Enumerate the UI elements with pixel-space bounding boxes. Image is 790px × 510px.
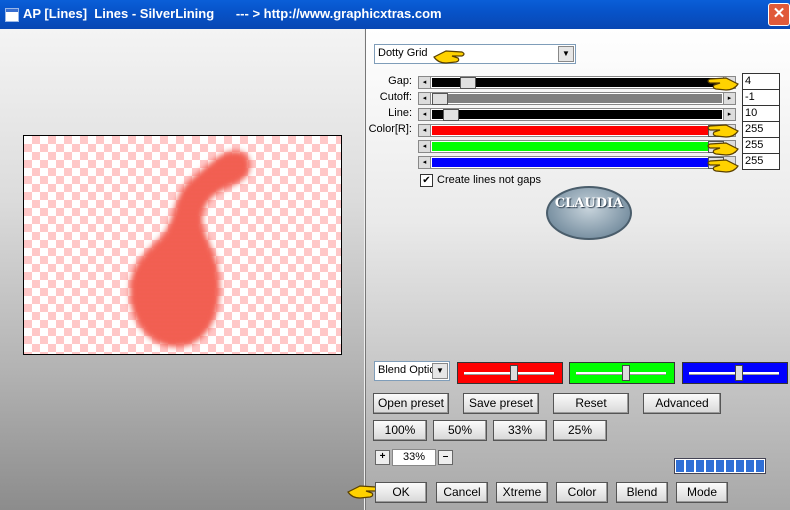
chevron-down-icon[interactable]: ▼ xyxy=(432,363,448,379)
preview-image[interactable] xyxy=(23,135,342,355)
slider-value-field[interactable]: 255 xyxy=(742,121,780,138)
slider-right-arrow-icon[interactable]: ▸ xyxy=(723,93,735,104)
slider-label: Color[R]: xyxy=(368,123,412,135)
zoom-25-button[interactable]: 25% xyxy=(553,420,607,441)
slider-fill xyxy=(432,110,722,119)
open-preset-button[interactable]: Open preset xyxy=(373,393,449,414)
slider-fill xyxy=(432,158,722,167)
create-lines-label: Create lines not gaps xyxy=(437,174,541,186)
blend-button[interactable]: Blend xyxy=(616,482,668,503)
blend-options-value: Blend Optio xyxy=(378,364,436,376)
parameter-slider[interactable]: ◂▸ xyxy=(418,156,736,169)
zoom-in-button[interactable]: + xyxy=(375,450,390,465)
slider-left-arrow-icon[interactable]: ◂ xyxy=(419,141,431,152)
slider-value-field[interactable]: 255 xyxy=(742,137,780,154)
slider-label: Gap: xyxy=(388,75,412,87)
zoom-value: 33% xyxy=(392,449,436,466)
parameter-slider[interactable]: ◂▸ xyxy=(418,92,736,105)
progress-segment xyxy=(696,460,704,472)
color-channel-slider[interactable] xyxy=(569,362,675,384)
color-button[interactable]: Color xyxy=(556,482,608,503)
slider-value-field[interactable]: 4 xyxy=(742,73,780,90)
progress-segment xyxy=(706,460,714,472)
blend-options-dropdown[interactable]: Blend Optio ▼ xyxy=(374,361,450,381)
cancel-button[interactable]: Cancel xyxy=(436,482,488,503)
window-icon xyxy=(5,8,19,22)
create-lines-checkbox[interactable]: ✔ xyxy=(420,174,433,187)
claudia-logo: CLAUDIA xyxy=(546,186,632,240)
color-slider-track xyxy=(689,372,779,375)
pointing-hand-icon xyxy=(707,77,739,91)
color-slider-knob[interactable] xyxy=(622,365,630,381)
slider-fill xyxy=(432,142,722,151)
pointing-hand-icon xyxy=(707,124,739,138)
window-title: AP [Lines] Lines - SilverLining --- > ht… xyxy=(23,6,442,21)
slider-left-arrow-icon[interactable]: ◂ xyxy=(419,77,431,88)
slider-value-field[interactable]: -1 xyxy=(742,89,780,106)
progress-segment xyxy=(736,460,744,472)
preset-dropdown[interactable]: Dotty Grid ▼ xyxy=(374,44,576,64)
color-channel-slider[interactable] xyxy=(457,362,563,384)
slider-left-arrow-icon[interactable]: ◂ xyxy=(419,157,431,168)
xtreme-button[interactable]: Xtreme xyxy=(496,482,548,503)
slider-left-arrow-icon[interactable]: ◂ xyxy=(419,93,431,104)
ok-button[interactable]: OK xyxy=(375,482,427,503)
slider-left-arrow-icon[interactable]: ◂ xyxy=(419,125,431,136)
progress-indicator xyxy=(674,458,766,474)
pointing-hand-icon xyxy=(433,50,465,64)
zoom-out-button[interactable]: – xyxy=(438,450,453,465)
preview-shape xyxy=(129,150,251,348)
slider-right-arrow-icon[interactable]: ▸ xyxy=(723,109,735,120)
color-slider-knob[interactable] xyxy=(735,365,743,381)
parameter-slider[interactable]: ◂▸ xyxy=(418,140,736,153)
zoom-33-button[interactable]: 33% xyxy=(493,420,547,441)
slider-value-field[interactable]: 255 xyxy=(742,153,780,170)
save-preset-button[interactable]: Save preset xyxy=(463,393,539,414)
color-slider-track xyxy=(464,372,554,375)
parameter-slider[interactable]: ◂▸ xyxy=(418,108,736,121)
color-slider-track xyxy=(576,372,666,375)
preset-dropdown-value: Dotty Grid xyxy=(378,47,428,59)
zoom-50-button[interactable]: 50% xyxy=(433,420,487,441)
slider-thumb[interactable] xyxy=(460,77,476,89)
close-icon[interactable]: ✕ xyxy=(768,3,790,26)
progress-segment xyxy=(686,460,694,472)
slider-label: Cutoff: xyxy=(379,91,412,103)
color-slider-knob[interactable] xyxy=(510,365,518,381)
slider-label: Line: xyxy=(388,107,412,119)
title-bar: AP [Lines] Lines - SilverLining --- > ht… xyxy=(0,0,790,29)
slider-thumb[interactable] xyxy=(443,109,459,121)
pointing-hand-icon xyxy=(707,159,739,173)
advanced-button[interactable]: Advanced xyxy=(643,393,721,414)
zoom-100-button[interactable]: 100% xyxy=(373,420,427,441)
slider-fill xyxy=(432,126,722,135)
reset-button[interactable]: Reset xyxy=(553,393,629,414)
slider-thumb[interactable] xyxy=(432,93,448,105)
parameter-slider[interactable]: ◂▸ xyxy=(418,124,736,137)
slider-left-arrow-icon[interactable]: ◂ xyxy=(419,109,431,120)
parameter-slider[interactable]: ◂▸ xyxy=(418,76,736,89)
color-channel-slider[interactable] xyxy=(682,362,788,384)
slider-value-field[interactable]: 10 xyxy=(742,105,780,122)
progress-segment xyxy=(726,460,734,472)
slider-fill xyxy=(432,94,722,103)
chevron-down-icon[interactable]: ▼ xyxy=(558,46,574,62)
logo-text: CLAUDIA xyxy=(554,196,624,211)
progress-segment xyxy=(716,460,724,472)
mode-button[interactable]: Mode xyxy=(676,482,728,503)
progress-segment xyxy=(676,460,684,472)
progress-segment xyxy=(756,460,764,472)
progress-segment xyxy=(746,460,754,472)
